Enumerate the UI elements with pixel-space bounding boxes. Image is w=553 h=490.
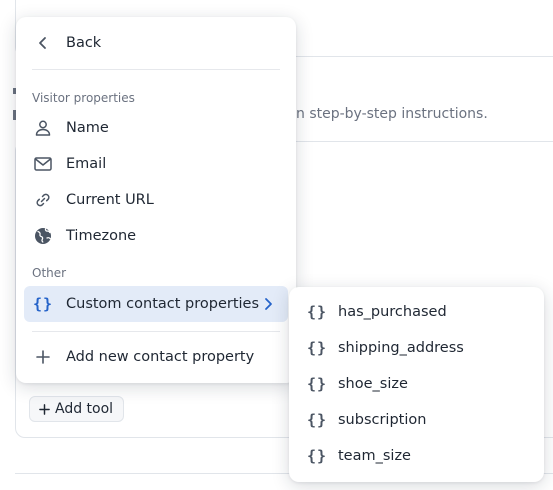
- visitor-properties-heading: Visitor properties: [32, 91, 135, 105]
- plus-icon: [32, 346, 54, 368]
- plus-icon: [39, 403, 50, 415]
- chevron-left-icon: [32, 32, 54, 54]
- menu-item-timezone[interactable]: Timezone: [24, 218, 288, 254]
- submenu-item-shoe-size[interactable]: {} shoe_size: [297, 366, 536, 402]
- menu-item-label: Add new contact property: [66, 349, 255, 365]
- menu-item-email[interactable]: Email: [24, 146, 288, 182]
- back-button[interactable]: Back: [24, 25, 288, 61]
- contact-property-menu: Back Visitor properties Name Email Curre…: [16, 17, 296, 383]
- link-icon: [32, 189, 54, 211]
- globe-icon: [32, 225, 54, 247]
- submenu-item-label: team_size: [338, 448, 411, 464]
- submenu-item-label: subscription: [338, 412, 427, 428]
- background-divider-top: [290, 56, 553, 57]
- submenu-item-shipping-address[interactable]: {} shipping_address: [297, 330, 536, 366]
- back-label: Back: [66, 35, 102, 51]
- add-new-contact-property-button[interactable]: Add new contact property: [24, 339, 288, 375]
- menu-divider: [32, 331, 280, 332]
- submenu-item-label: has_purchased: [338, 304, 447, 320]
- add-tool-button[interactable]: Add tool: [29, 396, 125, 422]
- menu-item-label: Custom contact properties: [66, 296, 260, 312]
- braces-icon: {}: [306, 447, 328, 465]
- menu-divider: [32, 69, 280, 70]
- mail-icon: [32, 153, 54, 175]
- custom-properties-submenu: {} has_purchased {} shipping_address {} …: [289, 287, 544, 482]
- chevron-right-icon: [265, 298, 272, 310]
- background-instructions-text: n step-by-step instructions.: [296, 106, 488, 122]
- braces-icon: {}: [306, 303, 328, 321]
- braces-icon: {}: [306, 339, 328, 357]
- person-icon: [32, 117, 54, 139]
- menu-item-label: Timezone: [66, 228, 137, 244]
- braces-icon: {}: [306, 411, 328, 429]
- submenu-item-label: shoe_size: [338, 376, 408, 392]
- braces-icon: {}: [306, 375, 328, 393]
- menu-item-name[interactable]: Name: [24, 110, 288, 146]
- menu-item-label: Current URL: [66, 192, 154, 208]
- submenu-item-has-purchased[interactable]: {} has_purchased: [297, 294, 536, 330]
- add-tool-label: Add tool: [55, 401, 114, 417]
- menu-item-current-url[interactable]: Current URL: [24, 182, 288, 218]
- submenu-item-subscription[interactable]: {} subscription: [297, 402, 536, 438]
- submenu-item-label: shipping_address: [338, 340, 464, 356]
- menu-item-label: Name: [66, 120, 109, 136]
- submenu-item-team-size[interactable]: {} team_size: [297, 438, 536, 474]
- menu-item-label: Email: [66, 156, 107, 172]
- menu-item-custom-contact-properties[interactable]: {} Custom contact properties: [24, 286, 288, 322]
- braces-icon: {}: [32, 295, 54, 313]
- other-heading: Other: [32, 266, 67, 280]
